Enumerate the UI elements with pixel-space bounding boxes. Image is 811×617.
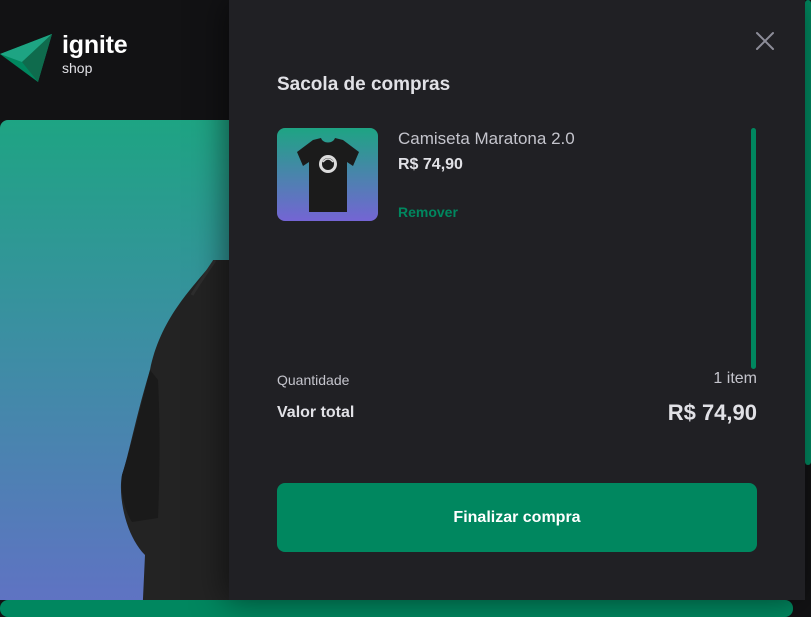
page: ignite shop Sacola de compras Camiseta M… — [0, 0, 811, 617]
tshirt-icon — [120, 260, 240, 600]
bottom-bar — [0, 600, 793, 617]
quantity-value: 1 item — [713, 370, 757, 387]
quantity-label: Quantidade — [277, 372, 350, 388]
cart-item-image — [277, 128, 378, 221]
logo-icon — [0, 34, 52, 82]
total-label: Valor total — [277, 404, 355, 421]
cart-item-name: Camiseta Maratona 2.0 — [398, 129, 575, 148]
tshirt-icon — [297, 138, 359, 212]
page-scrollbar[interactable] — [805, 0, 811, 465]
remove-button[interactable]: Remover — [398, 204, 458, 220]
cart-title: Sacola de compras — [277, 74, 451, 95]
close-icon[interactable] — [754, 30, 776, 52]
logo-subtitle: shop — [62, 60, 93, 76]
total-value: R$ 74,90 — [667, 400, 757, 425]
cart-scrollbar[interactable] — [751, 128, 756, 369]
cart-item-price: R$ 74,90 — [398, 156, 463, 173]
product-card[interactable] — [0, 120, 240, 600]
logo-title: ignite — [62, 31, 128, 59]
cart-item: Camiseta Maratona 2.0 R$ 74,90 Remover — [277, 128, 697, 222]
checkout-button[interactable]: Finalizar compra — [277, 483, 757, 552]
cart-panel: Sacola de compras Camiseta Maratona 2.0 … — [229, 0, 805, 600]
logo-text: ignite shop — [62, 30, 128, 76]
